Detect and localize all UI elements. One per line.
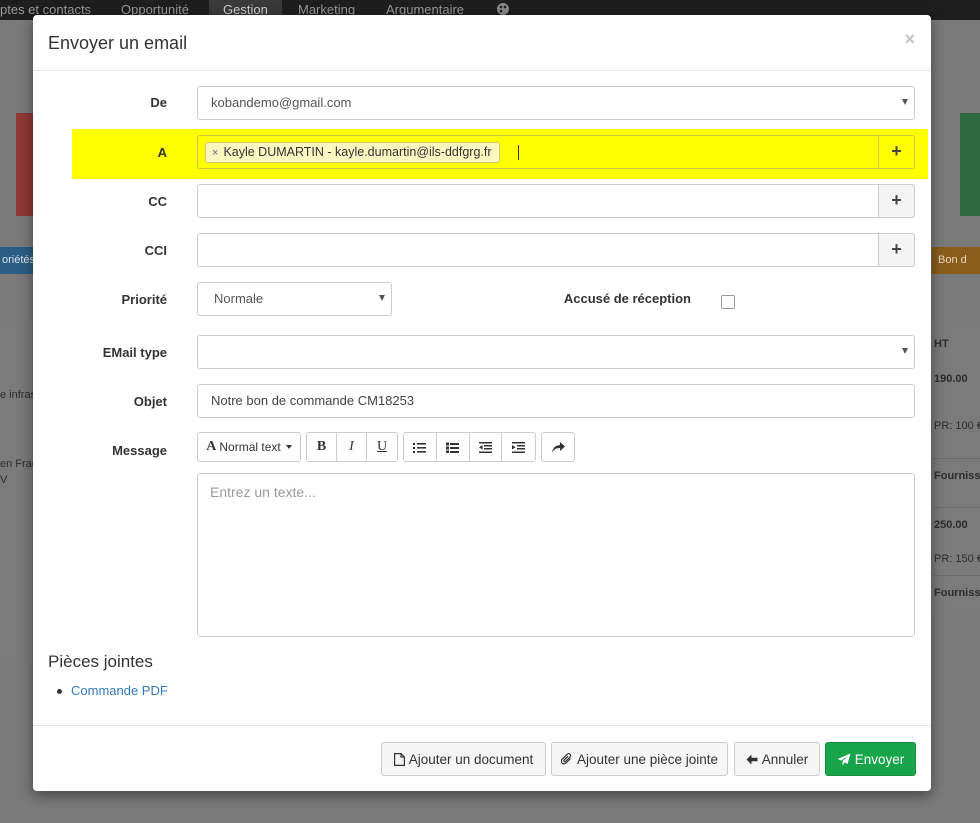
background-text: PR: 150 € (934, 553, 980, 565)
chevron-down-icon (379, 295, 385, 301)
add-attachment-label: Ajouter une pièce jointe (576, 751, 719, 767)
font-style-dropdown[interactable]: A Normal text (198, 433, 300, 461)
send-label: Envoyer (854, 751, 905, 767)
background-divider (934, 458, 980, 459)
text-format-group: B I U (306, 432, 398, 462)
priority-label: Priorité (121, 292, 167, 307)
recipient-tag: × Kayle DUMARTIN - kayle.dumartin@ils-ddf… (205, 142, 500, 163)
cc-row: CC + (33, 184, 931, 218)
add-attachment-button[interactable]: Ajouter une pièce jointe (551, 742, 728, 776)
add-bcc-button[interactable]: + (878, 233, 915, 267)
numbered-list-icon (446, 442, 460, 453)
font-style-label: Normal text (219, 440, 281, 454)
bold-button[interactable]: B (307, 433, 337, 461)
to-label: A (157, 145, 167, 160)
background-properties-button: oriétés (0, 247, 35, 274)
bcc-row: CCI + (33, 233, 931, 267)
background-text: Fournisse (934, 470, 980, 482)
outdent-button[interactable] (470, 433, 503, 461)
background-text: Fournisse (934, 587, 980, 599)
subject-row: Objet Notre bon de commande CM18253 (33, 384, 931, 418)
plus-icon: + (891, 190, 902, 210)
from-row: De kobandemo@gmail.com (33, 86, 931, 120)
bullet-list-icon (413, 442, 427, 453)
bcc-input[interactable] (197, 233, 879, 267)
cancel-label: Annuler (761, 751, 809, 767)
remove-recipient-icon[interactable]: × (212, 147, 218, 159)
attachments-list: Commande PDF (57, 683, 168, 698)
chevron-down-icon (285, 445, 292, 449)
email-type-label: EMail type (102, 345, 167, 360)
close-icon[interactable]: × (904, 29, 915, 50)
paper-plane-icon (837, 753, 851, 765)
add-document-button[interactable]: Ajouter un document (381, 742, 546, 776)
read-receipt-label: Accusé de réception (563, 291, 691, 306)
add-document-label: Ajouter un document (408, 751, 534, 767)
background-text: PR: 100 € (934, 420, 980, 432)
background-right-panel (930, 322, 980, 612)
arrow-left-icon (746, 754, 758, 764)
read-receipt-checkbox[interactable] (721, 295, 735, 309)
email-type-row: EMail type (33, 335, 931, 369)
priority-select[interactable]: Normale (197, 282, 392, 316)
list-format-group (403, 432, 536, 462)
indent-icon (512, 441, 526, 453)
add-cc-button[interactable]: + (878, 184, 915, 218)
from-value: kobandemo@gmail.com (211, 95, 352, 110)
italic-button[interactable]: I (337, 433, 367, 461)
background-order-button: Bon d (932, 247, 980, 274)
bullet-list-button[interactable] (404, 433, 437, 461)
plus-icon: + (891, 141, 902, 161)
text-cursor (518, 145, 519, 160)
plus-icon: + (891, 239, 902, 259)
subject-label: Objet (133, 394, 167, 409)
message-textarea[interactable]: Entrez un texte... (197, 473, 915, 637)
cc-input[interactable] (197, 184, 879, 218)
to-input[interactable]: × Kayle DUMARTIN - kayle.dumartin@ils-ddf… (197, 135, 879, 169)
attachments-title: Pièces jointes (48, 652, 153, 671)
font-icon: A (206, 439, 217, 454)
background-text: e infras (0, 389, 37, 401)
from-select[interactable]: kobandemo@gmail.com (197, 86, 915, 120)
bcc-label: CCI (144, 243, 167, 258)
priority-row: Priorité Normale Accusé de réception (33, 282, 931, 316)
background-text: 190.00 (934, 373, 968, 385)
background-left-panel (0, 322, 34, 662)
message-label: Message (112, 443, 167, 458)
cancel-button[interactable]: Annuler (734, 742, 820, 776)
to-row: A × Kayle DUMARTIN - kayle.dumartin@ils-d… (33, 135, 931, 169)
document-icon (393, 752, 405, 766)
send-email-modal: Envoyer un email × De kobandemo@gmail.co… (33, 15, 931, 791)
outdent-icon (478, 441, 492, 453)
link-group (541, 432, 575, 462)
background-text: HT (934, 338, 949, 350)
chevron-down-icon (902, 348, 908, 354)
paperclip-icon (560, 752, 572, 764)
background-divider (934, 507, 980, 508)
background-text: V (0, 474, 8, 486)
modal-header: Envoyer un email × (33, 15, 931, 71)
subject-input[interactable]: Notre bon de commande CM18253 (197, 384, 915, 418)
background-stat-tile (960, 113, 980, 216)
modal-footer-divider (33, 725, 931, 726)
add-recipient-button[interactable]: + (878, 135, 915, 169)
background-text: 250.00 (934, 519, 968, 531)
share-icon (551, 441, 565, 452)
indent-button[interactable] (502, 433, 535, 461)
from-label: De (150, 95, 167, 110)
cc-label: CC (148, 194, 167, 209)
share-button[interactable] (542, 433, 574, 461)
modal-title: Envoyer un email (48, 33, 188, 53)
underline-button[interactable]: U (367, 433, 397, 461)
numbered-list-button[interactable] (437, 433, 470, 461)
send-button[interactable]: Envoyer (825, 742, 916, 776)
font-style-group: A Normal text (197, 432, 301, 462)
recipient-tag-label: Kayle DUMARTIN - kayle.dumartin@ils-ddfg… (223, 145, 492, 159)
email-type-select[interactable] (197, 335, 915, 369)
attachment-link[interactable]: Commande PDF (57, 683, 168, 698)
background-divider (934, 575, 980, 576)
chevron-down-icon (902, 99, 908, 105)
priority-value: Normale (214, 291, 264, 306)
